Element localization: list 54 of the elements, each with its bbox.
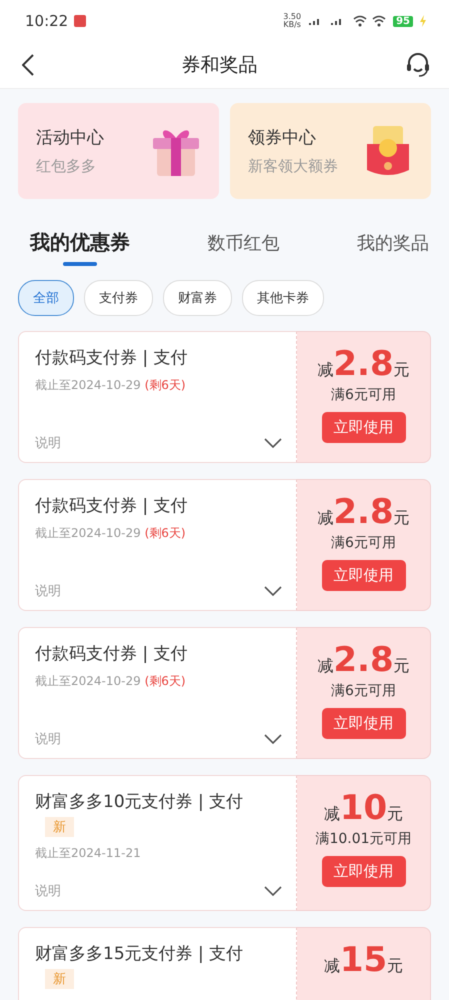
coupon-note[interactable]: 说明 (35, 882, 61, 900)
coupon-deadline: 截止至2024-11-21 (35, 845, 142, 862)
new-badge: 新 (45, 969, 74, 989)
coupon-amount: 减 15元 (324, 940, 404, 980)
network-speed: 3.50 KB/s (283, 13, 302, 29)
coupon-amount: 减2.8元 (317, 640, 410, 680)
headset-icon[interactable] (405, 52, 431, 78)
coupon-note[interactable]: 说明 (35, 730, 61, 748)
promo-subtitle: 新客领大额券 (248, 157, 338, 176)
coupon-deadline: 截止至2024-10-29 (剩6天) (35, 377, 187, 394)
promo-title: 领券中心 (248, 127, 317, 149)
coupon-amount: 减2.8元 (317, 492, 410, 532)
coupon-condition: 满6元可用 (331, 386, 396, 404)
battery-level: 95 (393, 16, 413, 26)
filter-chip[interactable]: 全部 (18, 280, 74, 316)
chevron-down-icon[interactable] (264, 734, 282, 744)
back-icon[interactable] (22, 54, 34, 76)
coupon-deadline: 截止至2024-10-29 (剩6天) (35, 525, 187, 542)
app-notification-icon (74, 15, 86, 27)
use-now-button[interactable]: 立即使用 (322, 708, 406, 739)
coupon-title: 付款码支付券 | 支付 (35, 643, 189, 665)
use-now-button[interactable]: 立即使用 (322, 560, 406, 591)
wifi-icon (353, 15, 388, 27)
coupon-amount: 减2.8元 (317, 344, 410, 384)
filter-chip[interactable]: 财富券 (163, 280, 232, 316)
coupon-title: 付款码支付券 | 支付 (35, 347, 189, 369)
charging-icon (419, 15, 427, 27)
promo-card[interactable]: 活动中心 红包多多 (18, 103, 219, 199)
promo-subtitle: 红包多多 (36, 157, 97, 176)
coupon-title: 财富多多10元支付券 | 支付 (35, 791, 244, 813)
status-time: 10:22 (25, 12, 68, 30)
coupon-deadline: 截止至2024-10-29 (剩6天) (35, 673, 187, 690)
coupon-condition: 满6元可用 (331, 534, 396, 552)
promo-title: 活动中心 (36, 127, 104, 149)
use-now-button[interactable]: 立即使用 (322, 412, 406, 443)
tab[interactable]: 我的奖品 (357, 229, 429, 266)
coupon-note[interactable]: 说明 (35, 434, 61, 452)
tab[interactable]: 数币红包 (208, 229, 280, 266)
coupon-condition: 满6元可用 (331, 682, 396, 700)
tab[interactable]: 我的优惠券 (30, 229, 130, 266)
coupon-title: 付款码支付券 | 支付 (35, 495, 189, 517)
coupon-amount: 减 10元 (324, 788, 404, 828)
coupon-condition: 满10.01元可用 (315, 830, 412, 848)
page-title: 券和奖品 (182, 53, 258, 78)
chevron-down-icon[interactable] (264, 438, 282, 448)
new-badge: 新 (45, 817, 74, 837)
promo-card[interactable]: 领券中心 新客领大额券 (230, 103, 431, 199)
coupon-title: 财富多多15元支付券 | 支付 (35, 943, 244, 965)
chevron-down-icon[interactable] (264, 886, 282, 896)
use-now-button[interactable]: 立即使用 (322, 856, 406, 887)
filter-chip[interactable]: 支付券 (84, 280, 153, 316)
filter-chip[interactable]: 其他卡券 (242, 280, 324, 316)
coupon-note[interactable]: 说明 (35, 582, 61, 600)
chevron-down-icon[interactable] (264, 586, 282, 596)
